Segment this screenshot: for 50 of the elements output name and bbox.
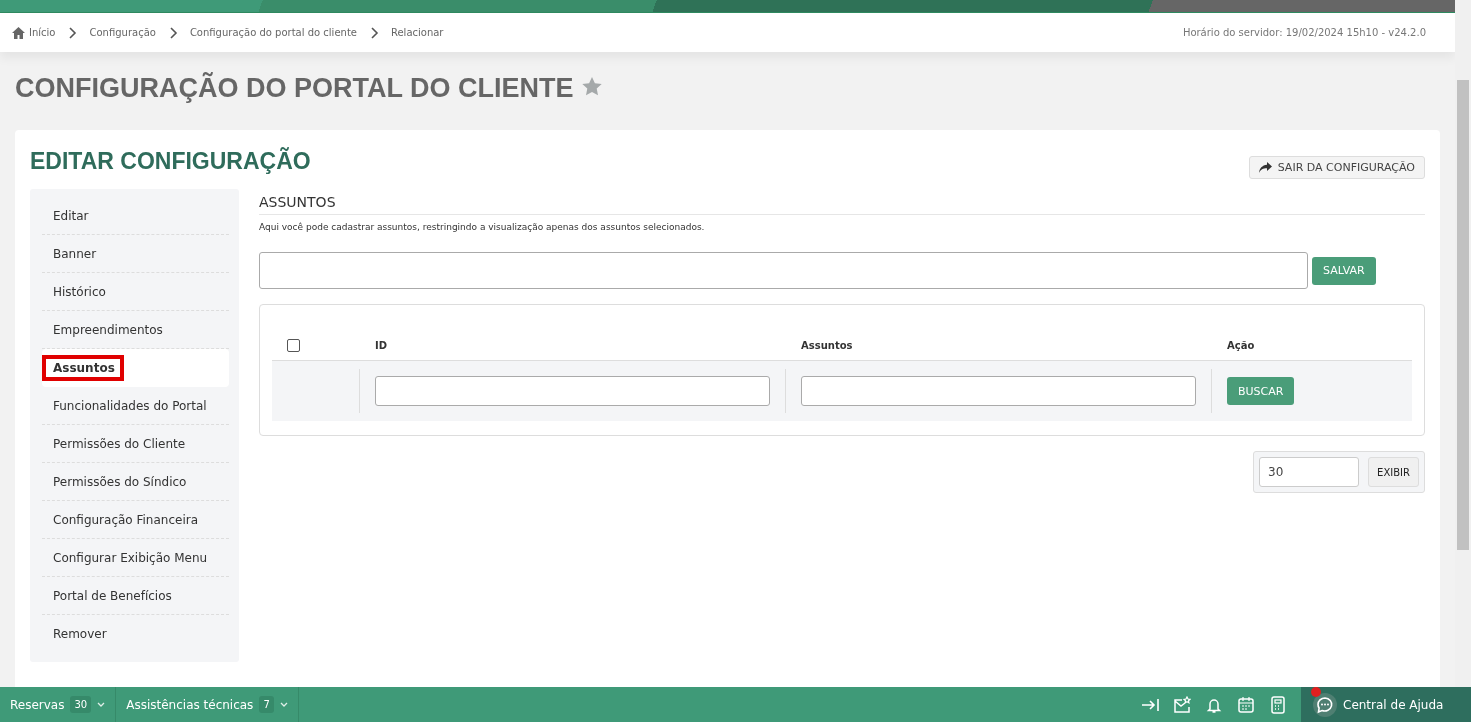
home-icon (12, 26, 25, 39)
sidebar-item[interactable]: Configurar Exibição Menu (42, 539, 229, 577)
select-all-checkbox[interactable] (287, 338, 300, 352)
page-title: CONFIGURAÇÃO DO PORTAL DO CLIENTE (15, 72, 574, 104)
sidebar-item[interactable]: Remover (42, 615, 229, 653)
calendar-icon (1237, 695, 1255, 714)
column-header[interactable]: Ação (1212, 339, 1255, 351)
bottom-tab[interactable]: Assistências técnicas 7 (116, 687, 299, 722)
caret-icon (97, 702, 106, 707)
column-header[interactable]: ID (360, 339, 786, 351)
bottom-tab[interactable]: Reservas 30 (0, 687, 117, 722)
share-arrow-icon (1258, 162, 1272, 173)
section-description: Aqui você pode cadastrar assuntos, restringindo a visualização apenas dos assuntos selecionados. (259, 222, 706, 232)
sidebar-item[interactable]: Permissões do Cliente (42, 425, 229, 463)
card-title: EDITAR CONFIGURAÇÃO (30, 148, 311, 175)
caret-icon (279, 702, 288, 707)
sidebar-item[interactable]: Portal de Benefícios (42, 577, 229, 615)
sidebar-item[interactable]: Banner (42, 235, 229, 273)
chat-bubble-icon (1313, 692, 1337, 717)
section-title: ASSUNTOS (259, 189, 1425, 215)
star-icon (581, 76, 602, 96)
sidebar-item[interactable]: Histórico (42, 273, 229, 311)
count-badge: 7 (259, 696, 274, 713)
breadcrumb-link[interactable]: Configuração do portal do cliente (189, 27, 357, 38)
subject-input-field[interactable] (259, 252, 1308, 289)
sidebar-item[interactable]: Permissões do Síndico (42, 463, 229, 501)
column-header[interactable]: Assuntos (786, 339, 1212, 351)
sidebar-item[interactable]: Configuração Financeira (42, 501, 229, 539)
toolbar-icon-button[interactable] (1237, 695, 1255, 714)
page-size-field[interactable]: 30 (1259, 457, 1360, 487)
chevron-right-icon (167, 26, 178, 39)
sidebar-item[interactable]: Assuntos (42, 349, 229, 387)
calculator-icon (1269, 695, 1287, 714)
toolbar-icon-button[interactable] (1269, 695, 1287, 714)
count-badge: 30 (70, 696, 92, 713)
mail-star-icon (1173, 695, 1191, 714)
show-button[interactable]: EXIBIR (1368, 457, 1419, 487)
id-filter-field[interactable] (375, 376, 770, 406)
breadcrumb-link[interactable]: Relacionar (390, 27, 444, 38)
toolbar-icon-button[interactable] (1173, 695, 1191, 714)
sidebar-item[interactable]: Funcionalidades do Portal (42, 387, 229, 425)
subject-filter-field[interactable] (801, 376, 1196, 406)
exit-config-button[interactable]: SAIR DA CONFIGURAÇÃO (1248, 156, 1425, 179)
chevron-right-icon (67, 26, 78, 39)
help-center-button[interactable]: Central de Ajuda (1301, 687, 1471, 722)
chevron-right-icon (368, 26, 379, 39)
server-time: Horário do servidor: 19/02/2024 15h10 - v24.2.0 (1182, 27, 1426, 38)
home-link[interactable]: Início (12, 26, 56, 39)
breadcrumb-link[interactable]: Configuração (89, 27, 156, 38)
sidebar-item[interactable]: Editar (42, 197, 229, 235)
